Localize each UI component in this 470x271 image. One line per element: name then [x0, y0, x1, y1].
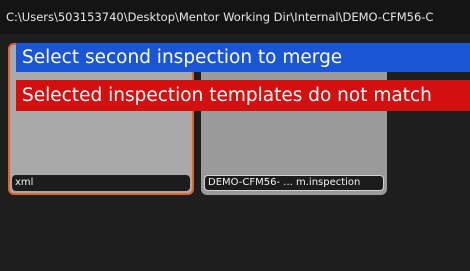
- info-message-banner: Select second inspection to merge: [16, 43, 470, 72]
- tile-caption: xml: [12, 175, 190, 191]
- error-message-banner: Selected inspection templates do not mat…: [16, 80, 470, 111]
- tile-caption: DEMO-CFM56- ... m.inspection: [204, 175, 384, 191]
- path-breadcrumb: C:\Users\503153740\Desktop\Mentor Workin…: [0, 0, 470, 34]
